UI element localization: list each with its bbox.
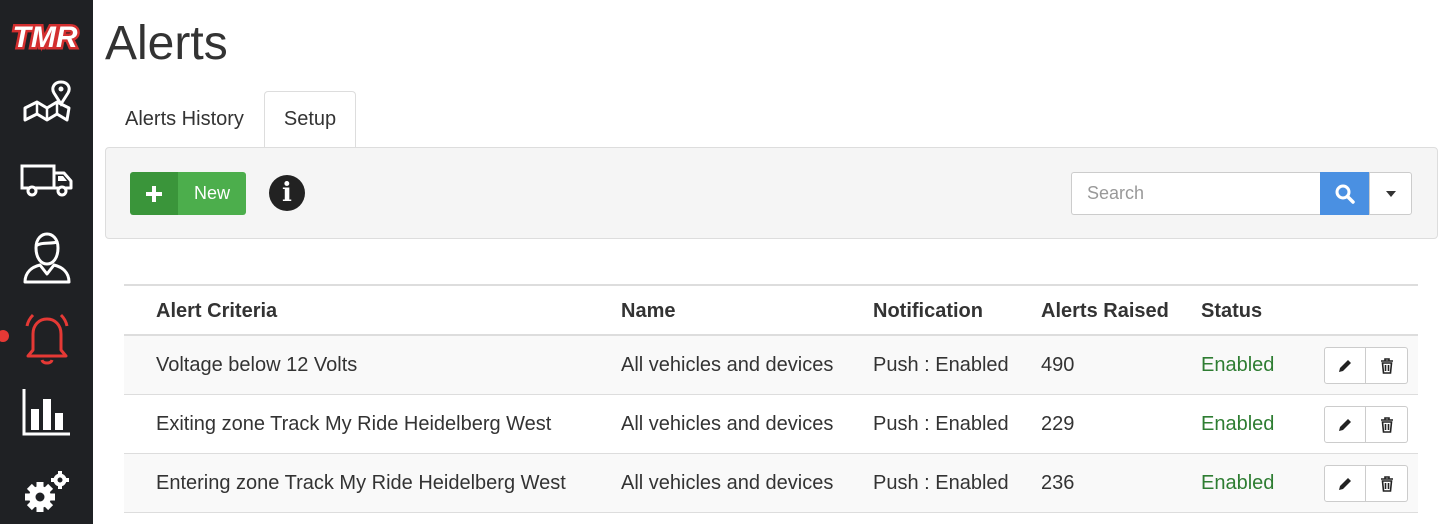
info-icon[interactable]: i [269,175,305,211]
bar-chart-icon [22,389,70,436]
cell-name: All vehicles and devices [621,413,834,435]
bell-icon [25,313,68,365]
tab-alerts-history[interactable]: Alerts History [105,91,264,148]
cell-name: All vehicles and devices [621,472,834,494]
cell-status: Enabled [1201,354,1275,376]
tmr-logo[interactable]: TMR [4,14,86,58]
header-status[interactable]: Status [1201,286,1262,336]
header-name[interactable]: Name [621,286,675,336]
cell-status: Enabled [1201,472,1275,494]
cell-alerts-raised: 229 [1041,413,1075,435]
sidebar-item-settings[interactable] [0,456,93,526]
sidebar: TMR [0,0,93,524]
cell-name: All vehicles and devices [621,354,834,376]
cell-notification: Push : Enabled [873,472,1009,494]
cell-alert-criteria: Voltage below 12 Volts [156,354,358,376]
edit-button[interactable] [1324,347,1366,384]
row-actions [1324,406,1408,443]
logo-text: TMR [13,21,78,54]
truck-icon [20,164,72,197]
search-button[interactable] [1320,172,1370,215]
trash-icon [1380,416,1393,433]
plus-icon [130,172,178,215]
trash-icon [1380,475,1393,492]
row-actions [1324,465,1408,502]
table-header: Alert Criteria Name Notification Alerts … [124,286,1418,336]
edit-button[interactable] [1324,406,1366,443]
sidebar-item-vehicles[interactable] [0,145,93,215]
header-alerts-raised[interactable]: Alerts Raised [1041,286,1169,336]
table-row[interactable]: Voltage below 12 Volts All vehicles and … [124,336,1418,395]
new-alert-button[interactable]: New [130,172,246,215]
search-options-dropdown[interactable] [1369,172,1412,215]
cell-alert-criteria: Entering zone Track My Ride Heidelberg W… [156,472,566,494]
edit-button[interactable] [1324,465,1366,502]
trash-icon [1380,357,1393,374]
delete-button[interactable] [1366,465,1408,502]
cell-notification: Push : Enabled [873,354,1009,376]
header-alert-criteria[interactable]: Alert Criteria [156,286,277,336]
header-notification[interactable]: Notification [873,286,983,336]
sidebar-item-reports[interactable] [0,377,93,447]
pencil-icon [1339,418,1351,431]
sidebar-item-alerts[interactable] [0,304,93,374]
toolbar: New i [105,147,1438,239]
cell-status: Enabled [1201,413,1275,435]
cell-notification: Push : Enabled [873,413,1009,435]
search-icon [1335,184,1355,204]
table-row[interactable]: Exiting zone Track My Ride Heidelberg We… [124,395,1418,454]
settings-icon [24,471,69,512]
page-title: Alerts [105,17,228,70]
tab-setup[interactable]: Setup [263,91,357,148]
delete-button[interactable] [1366,347,1408,384]
cell-alert-criteria: Exiting zone Track My Ride Heidelberg We… [156,413,552,435]
new-button-label: New [178,172,246,215]
sidebar-item-drivers[interactable] [0,223,93,293]
table-row[interactable]: Entering zone Track My Ride Heidelberg W… [124,454,1418,513]
sidebar-item-map[interactable] [0,68,93,138]
row-actions [1324,347,1408,384]
map-pin-icon [23,80,71,122]
pencil-icon [1339,477,1351,490]
delete-button[interactable] [1366,406,1408,443]
cell-alerts-raised: 490 [1041,354,1075,376]
pencil-icon [1339,359,1351,372]
alerts-table: Alert Criteria Name Notification Alerts … [124,284,1418,513]
tab-bar: Alerts History Setup [105,91,357,148]
cell-alerts-raised: 236 [1041,472,1075,494]
driver-icon [23,232,70,284]
caret-down-icon [1385,190,1396,197]
search-input[interactable] [1071,172,1321,215]
